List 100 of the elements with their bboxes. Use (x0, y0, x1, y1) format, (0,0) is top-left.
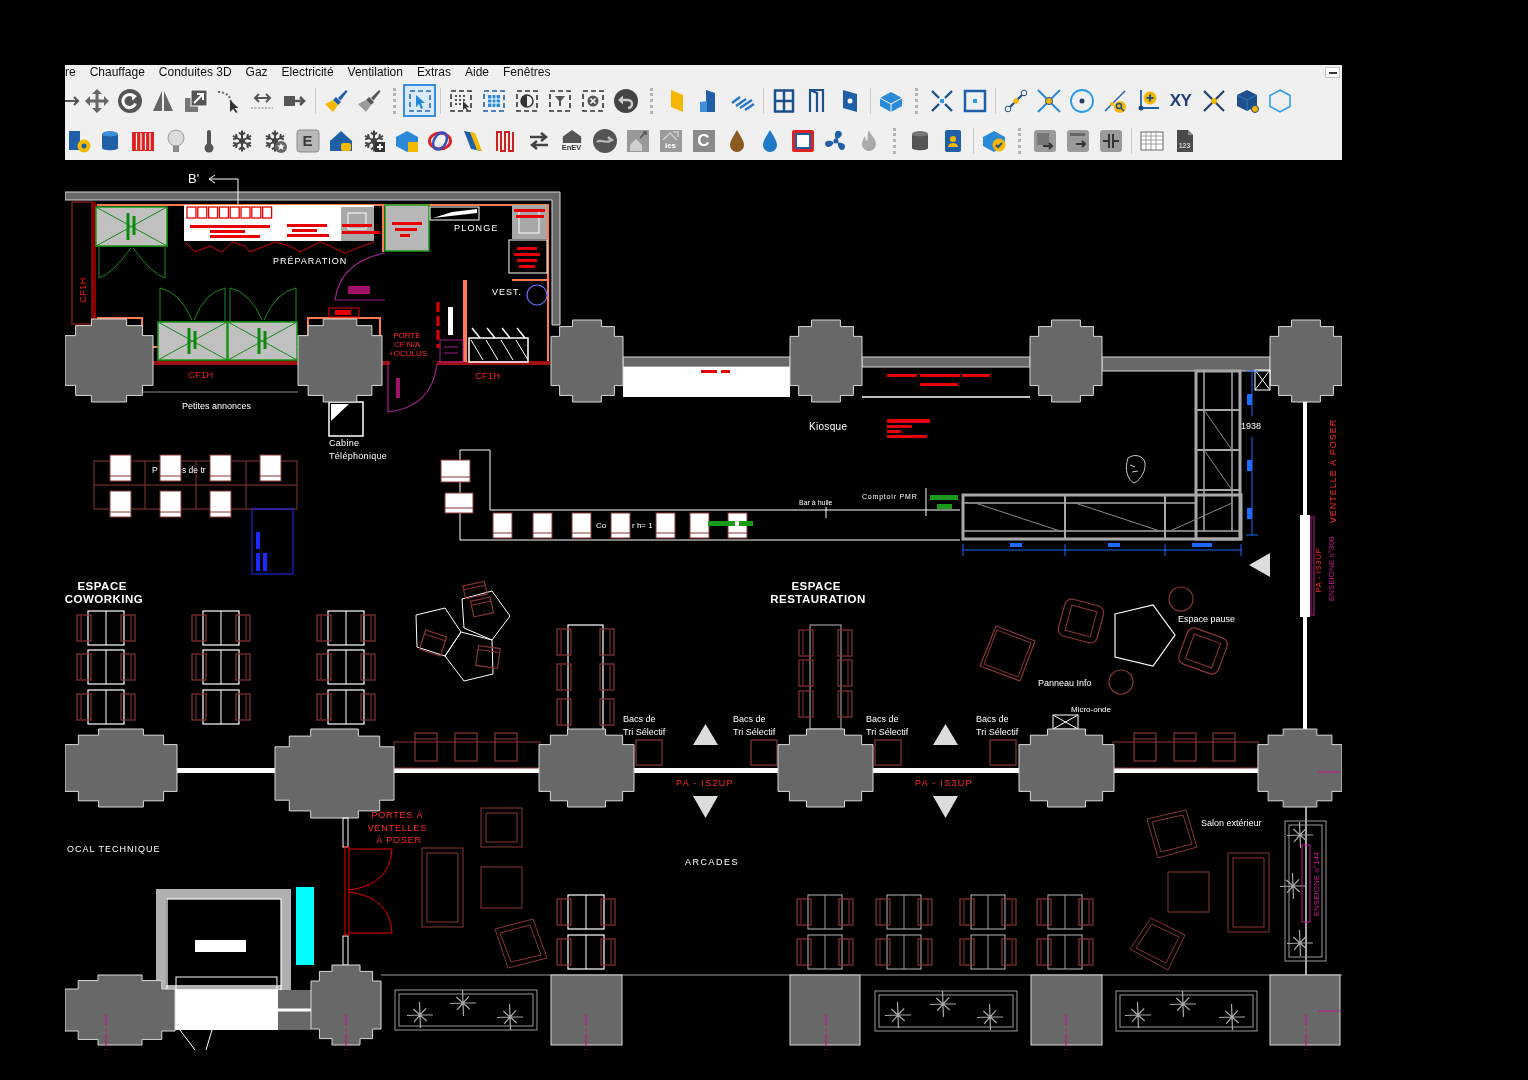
chair (418, 629, 448, 657)
chair (599, 698, 615, 726)
area-label: Espace pause (1178, 614, 1236, 624)
area-label: Kiosque (809, 420, 848, 432)
armchair (494, 918, 548, 969)
room-label: ARCADES (685, 857, 739, 867)
menu-item[interactable]: Gaz (238, 65, 275, 80)
plant-icon (496, 1003, 524, 1031)
snowflake-icon (229, 128, 254, 153)
table (415, 607, 462, 657)
chair (1001, 938, 1017, 966)
wall-line (278, 1008, 311, 1012)
menu-item[interactable]: Extras (410, 65, 458, 80)
house-arrows-icon (625, 128, 650, 153)
armchair (1129, 917, 1186, 971)
box-check-icon (981, 128, 1006, 153)
toolbar-handle[interactable] (892, 127, 896, 154)
cabinet (439, 339, 464, 363)
split-icon (1098, 128, 1123, 153)
toolbar-button[interactable]: E (291, 124, 324, 157)
sign-text: ENSEIGNE n°144 (1311, 851, 1321, 917)
door-swing (387, 362, 438, 413)
annotation-text: PORTE CF N/A +OCULUS (389, 330, 427, 358)
filter-icon (547, 88, 572, 113)
chair (599, 628, 615, 656)
chair (1036, 898, 1052, 926)
chair (556, 898, 572, 926)
chair (462, 580, 488, 600)
menu-item[interactable]: re (65, 65, 83, 80)
fixture-bar (396, 378, 400, 398)
door-line (179, 1029, 213, 1050)
pipe-mark (436, 302, 440, 348)
menu-item[interactable]: Ventilation (340, 65, 410, 80)
toolbar-button[interactable]: XY (1164, 84, 1197, 117)
chair (120, 614, 136, 642)
stool (1168, 586, 1194, 612)
chair (494, 732, 518, 762)
annotation-text: PA - IS2UP (676, 778, 734, 788)
bin (874, 739, 902, 766)
table (327, 689, 365, 725)
axis-line (825, 1013, 827, 1050)
section-label: B' (188, 170, 200, 186)
chair (1078, 938, 1094, 966)
square-frame-icon (790, 128, 815, 153)
paintbrush-icon (323, 88, 348, 113)
export-icon (1032, 128, 1057, 153)
chair (600, 938, 616, 966)
table (970, 934, 1006, 970)
arrow-marker (693, 724, 718, 745)
wall-label: CF1H (475, 371, 501, 381)
fridge (157, 321, 228, 361)
chair (1001, 898, 1017, 926)
toolbar-handle[interactable] (1017, 127, 1021, 154)
chair (209, 490, 232, 518)
dimension-text: 1938 (1241, 421, 1262, 431)
axis-line (585, 1013, 587, 1050)
house-icon (560, 129, 583, 143)
toolbar-handle[interactable] (392, 87, 396, 114)
chair (360, 653, 376, 681)
arrow-marker (1249, 553, 1270, 577)
chair (959, 938, 975, 966)
tile-icon (295, 128, 320, 153)
scale-icon (183, 88, 208, 113)
wall-label: CF1H (78, 277, 88, 303)
chair (875, 938, 891, 966)
area-label: Salon extérieur (1201, 818, 1262, 828)
menu-item[interactable]: Aide (458, 65, 497, 80)
fixture-mark (739, 521, 753, 526)
toolbar-handle[interactable] (914, 87, 918, 114)
sign-text: ENSEIGNE n°300 (1326, 536, 1336, 602)
toolbar-handle[interactable] (649, 87, 653, 114)
chair (414, 732, 438, 762)
plant-icon (929, 990, 957, 1018)
table (1047, 894, 1083, 930)
rack (468, 327, 529, 363)
table (807, 894, 843, 930)
chair (360, 614, 376, 642)
chair (1212, 732, 1236, 762)
storage-unit (251, 508, 294, 575)
cabinet (508, 239, 548, 274)
zone-title: ESPACE COWORKING (65, 580, 144, 605)
menu-item[interactable]: Conduites 3D (151, 65, 239, 80)
table (87, 689, 125, 725)
menu-item[interactable]: Fenêtres (496, 65, 558, 80)
menu-item[interactable]: Chauffage (82, 65, 152, 80)
chair (209, 454, 232, 482)
house-folder-icon (328, 128, 353, 153)
chair (689, 512, 710, 539)
minimize-button[interactable] (1325, 67, 1340, 78)
table (886, 894, 922, 930)
chair (316, 614, 332, 642)
chair (76, 693, 92, 721)
table (807, 934, 843, 970)
fixture-box (328, 307, 360, 318)
menu-item[interactable]: Electricité (274, 65, 341, 80)
table (202, 649, 240, 685)
appliance (512, 205, 547, 239)
chair (76, 614, 92, 642)
minimize-icon (1328, 71, 1337, 74)
cube-icon (1234, 88, 1259, 113)
